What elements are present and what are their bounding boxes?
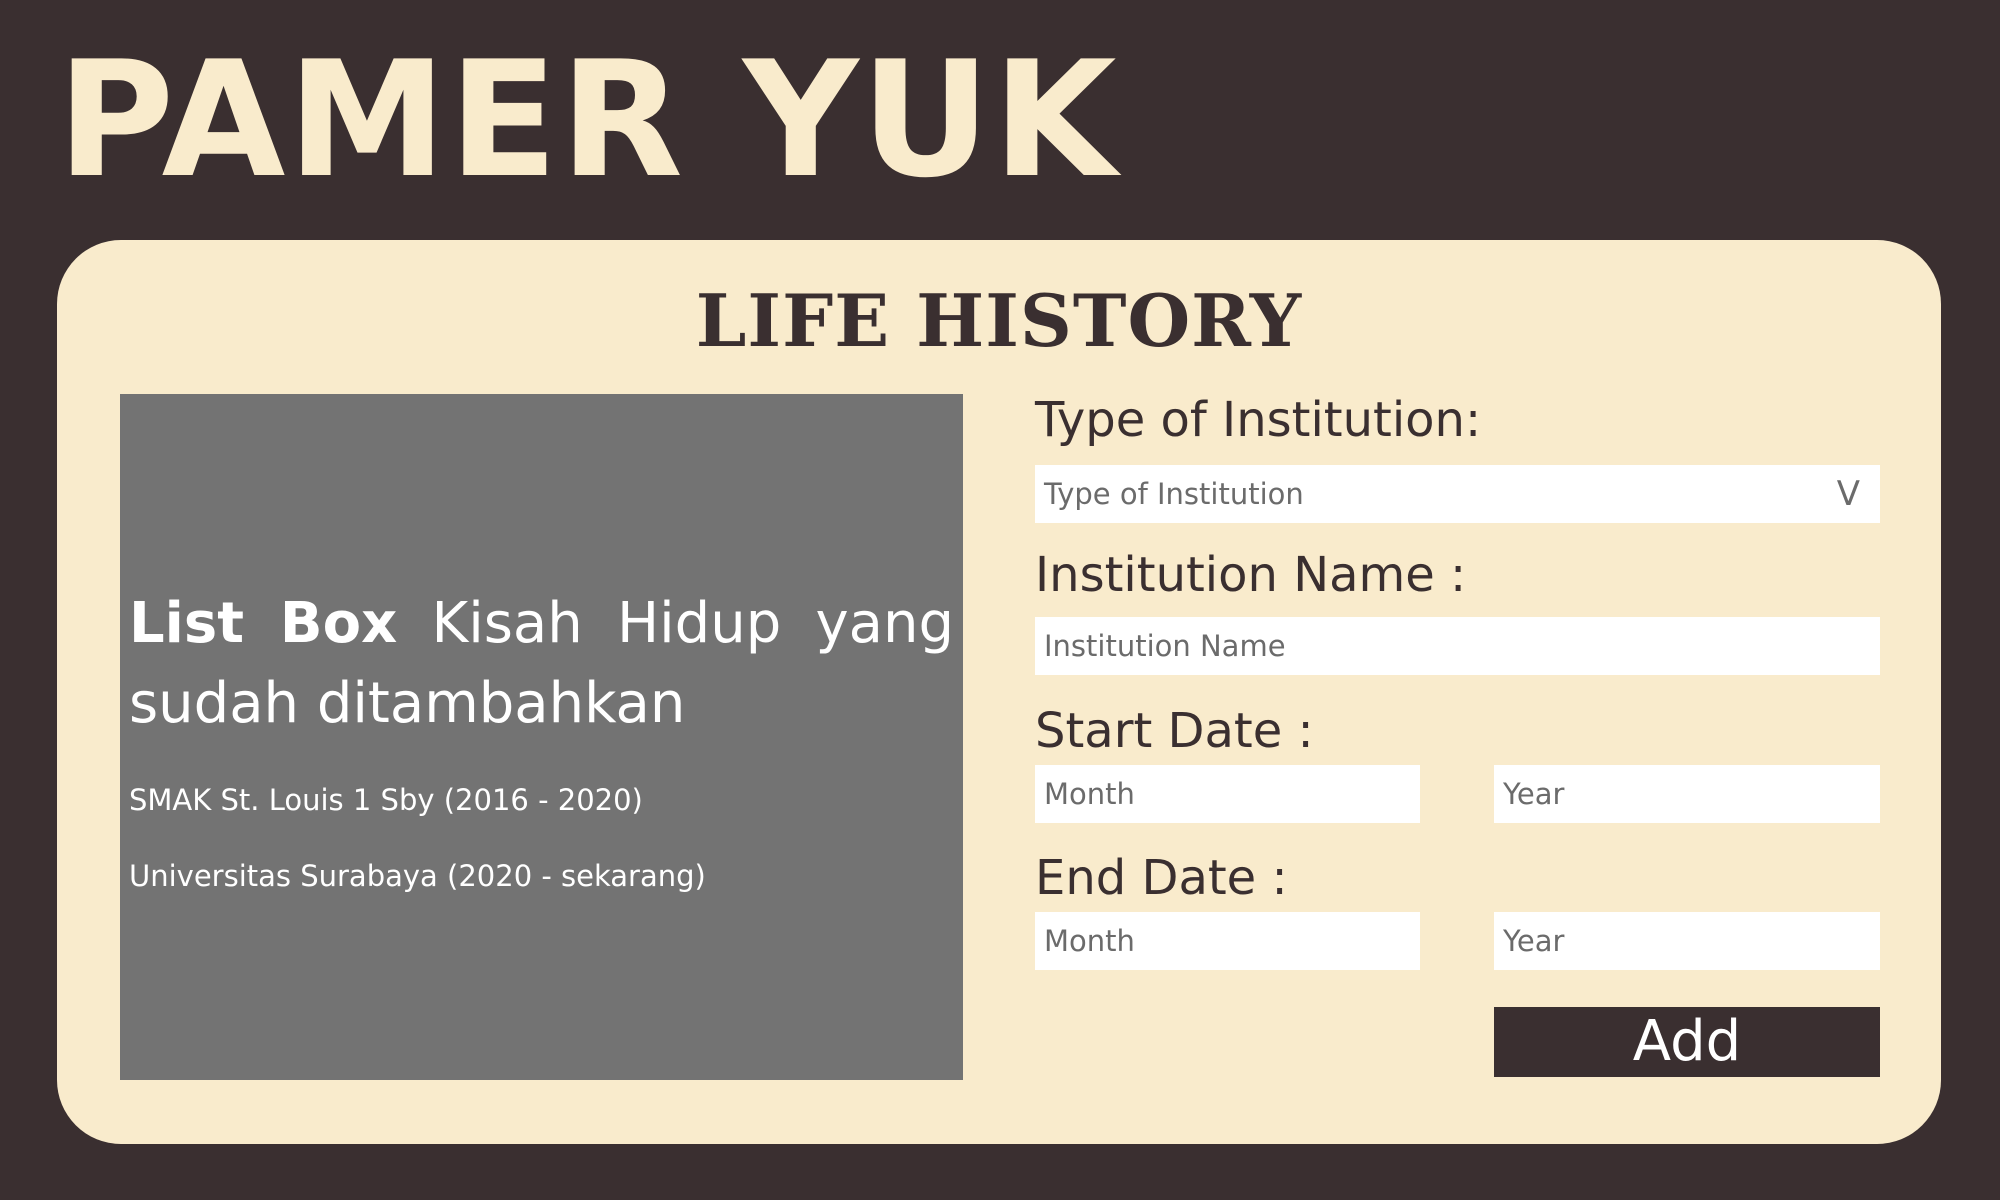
life-history-card: LIFE HISTORY List Box Kisah Hidup yang s… <box>57 240 1941 1144</box>
list-item[interactable]: Universitas Surabaya (2020 - sekarang) <box>129 856 954 896</box>
list-item[interactable]: SMAK St. Louis 1 Sby (2016 - 2020) <box>129 780 954 820</box>
life-history-listbox[interactable]: List Box Kisah Hidup yang sudah ditambah… <box>120 394 963 1080</box>
start-year-input[interactable]: Year <box>1494 765 1880 823</box>
end-month-input[interactable]: Month <box>1035 912 1420 970</box>
type-of-institution-label: Type of Institution: <box>1035 392 1482 448</box>
type-of-institution-placeholder: Type of Institution <box>1044 477 1304 511</box>
end-date-label: End Date : <box>1035 850 1288 906</box>
listbox-heading-bold: List Box <box>129 591 398 656</box>
start-month-input[interactable]: Month <box>1035 765 1420 823</box>
app-logo: PAMER YUK <box>57 26 1119 213</box>
listbox-heading: List Box Kisah Hidup yang sudah ditambah… <box>129 584 954 744</box>
chevron-down-icon[interactable]: V <box>1837 465 1860 523</box>
add-button[interactable]: Add <box>1494 1007 1880 1077</box>
start-date-label: Start Date : <box>1035 703 1314 759</box>
institution-name-label: Institution Name : <box>1035 547 1467 603</box>
type-of-institution-select[interactable]: Type of Institution V <box>1035 465 1880 523</box>
end-year-input[interactable]: Year <box>1494 912 1880 970</box>
page-title: LIFE HISTORY <box>695 278 1303 363</box>
institution-name-input[interactable]: Institution Name <box>1035 617 1880 675</box>
